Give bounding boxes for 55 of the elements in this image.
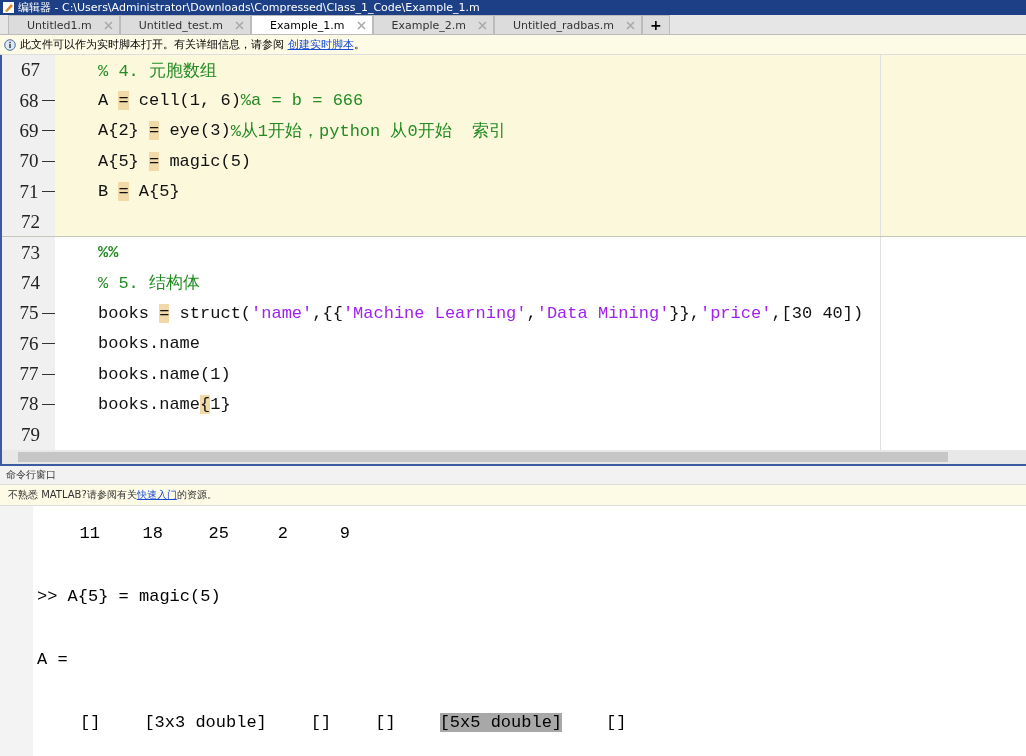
panel-title: 命令行窗口 bbox=[6, 468, 56, 482]
code-line: A{5} = magic(5) bbox=[96, 146, 881, 177]
cell-value: [] bbox=[375, 713, 396, 732]
line-number: 68 bbox=[18, 89, 39, 112]
line-number: 67 bbox=[20, 59, 40, 82]
line-number: 76 bbox=[18, 332, 39, 355]
scrollbar-thumb[interactable] bbox=[18, 452, 948, 462]
command-line: >> A{5} = magic(5) bbox=[37, 587, 221, 606]
horizontal-scrollbar[interactable] bbox=[0, 450, 1026, 466]
breakpoint-marker[interactable] bbox=[41, 373, 55, 375]
code-line: books = struct('name',{{'Machine Learning','Data Mining'}},'price',[30 40]) bbox=[96, 298, 881, 329]
code-line: B = A{5} bbox=[96, 176, 881, 207]
matrix-row-text: 11 18 25 2 9 bbox=[78, 523, 351, 545]
line-number: 70 bbox=[18, 150, 39, 173]
file-tab[interactable]: Example_2.m bbox=[372, 15, 494, 34]
code-line: books.name{1} bbox=[96, 389, 881, 420]
breakpoint-marker[interactable] bbox=[41, 191, 55, 193]
code-line: A = cell(1, 6)%a = b = 666 bbox=[96, 85, 881, 116]
file-tab[interactable]: Untitled_radbas.m bbox=[493, 15, 642, 34]
code-line: %% bbox=[96, 237, 881, 268]
line-number: 79 bbox=[20, 423, 40, 446]
breakpoint-marker[interactable] bbox=[41, 130, 55, 132]
file-tab[interactable]: Untitled1.m bbox=[8, 15, 120, 34]
editor-icon bbox=[3, 2, 14, 13]
cell-value: [] bbox=[310, 713, 332, 732]
cell-value: [] bbox=[80, 713, 101, 732]
code-line: % 5. 结构体 bbox=[96, 267, 881, 299]
info-icon bbox=[4, 38, 16, 51]
cell-value: [] bbox=[606, 713, 627, 732]
line-number: 69 bbox=[18, 119, 39, 142]
breakpoint-marker[interactable] bbox=[41, 343, 55, 345]
breakpoint-marker[interactable] bbox=[41, 160, 55, 162]
line-number: 78 bbox=[18, 393, 39, 416]
quick-start-link[interactable]: 快速入门 bbox=[136, 489, 177, 500]
breakpoint-marker[interactable] bbox=[41, 404, 55, 405]
window-title: 编辑器 - C:\Users\Administrator\Downloads\Compressed\Class_1_Code\Example_1.m bbox=[18, 0, 480, 15]
notice-text: 不熟悉 MATLAB?请参阅有关快速入门的资源。 bbox=[8, 488, 217, 502]
new-tab-button[interactable]: + bbox=[641, 15, 670, 34]
output-label: A = bbox=[37, 650, 68, 669]
notice-text: 此文件可以作为实时脚本打开。有关详细信息，请参阅 创建实时脚本。 bbox=[20, 37, 365, 52]
line-number: 75 bbox=[18, 302, 39, 325]
line-number: 74 bbox=[20, 271, 40, 294]
cell-value: [5x5 double] bbox=[439, 713, 563, 732]
code-line: books.name bbox=[96, 328, 881, 359]
breakpoint-marker[interactable] bbox=[41, 312, 55, 314]
line-number: 77 bbox=[18, 363, 39, 386]
live-script-link[interactable]: 创建实时脚本 bbox=[287, 38, 354, 51]
line-number: 73 bbox=[20, 241, 40, 264]
cell-value: [3x3 double] bbox=[144, 713, 267, 732]
breakpoint-marker[interactable] bbox=[41, 100, 55, 102]
code-line: books.name(1) bbox=[96, 358, 881, 390]
file-tab[interactable]: Untitled_test.m bbox=[119, 15, 252, 34]
line-number: 72 bbox=[20, 210, 40, 233]
line-number: 71 bbox=[18, 180, 39, 203]
file-tab[interactable]: Example_1.m bbox=[251, 15, 373, 34]
